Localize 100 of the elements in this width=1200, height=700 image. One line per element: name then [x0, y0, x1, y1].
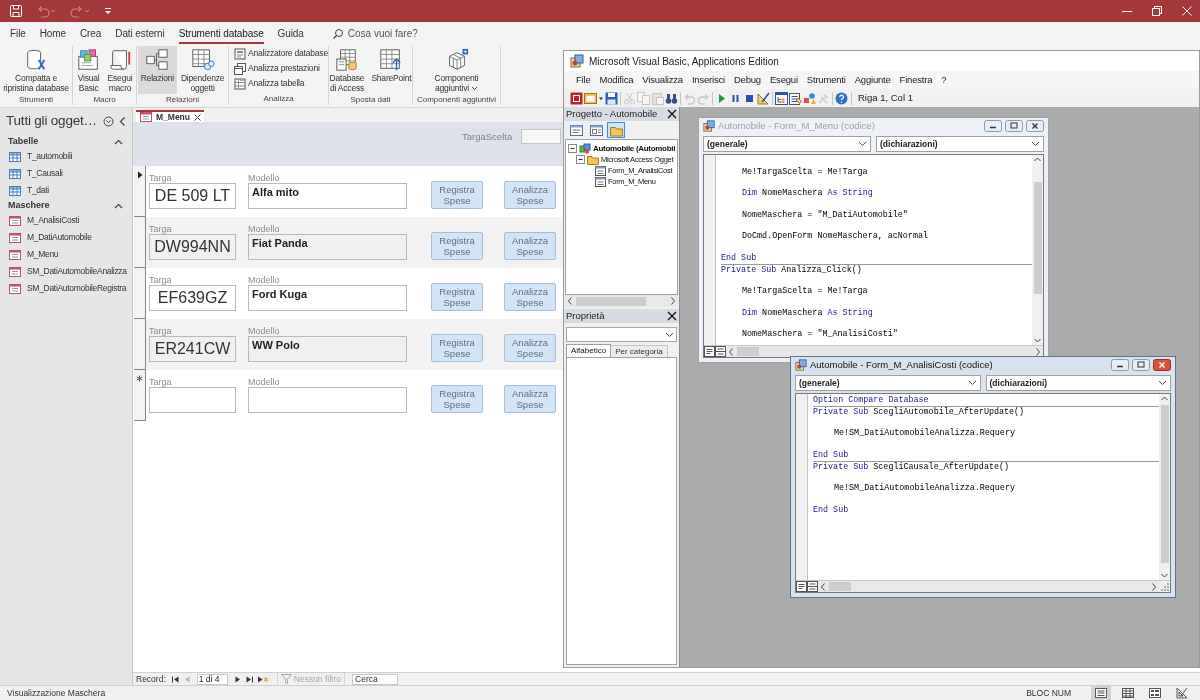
procedure-dropdown[interactable]: (dichiarazioni) [876, 136, 1044, 152]
text-lines-icon[interactable] [796, 581, 807, 592]
record-selector[interactable] [134, 166, 146, 217]
document-tab[interactable]: M_Menu [136, 110, 204, 122]
chevron-right-icon[interactable] [1150, 581, 1158, 592]
record-selector[interactable] [134, 319, 146, 370]
form-button[interactable]: Registra Spese [431, 385, 483, 413]
ribbon-button[interactable]: Analizza prestazioni [233, 62, 321, 75]
chevron-left-icon[interactable] [566, 296, 574, 306]
text-field[interactable]: ER241CW [149, 336, 236, 362]
close-icon[interactable] [667, 311, 677, 321]
scrollbar-thumb[interactable] [1160, 405, 1169, 563]
restore-icon[interactable] [1152, 6, 1162, 16]
nav-item[interactable]: M_DatiAutomobile [0, 229, 132, 246]
last-record-icon[interactable] [244, 674, 254, 684]
view-button[interactable] [1091, 686, 1111, 700]
close-icon[interactable] [194, 113, 201, 121]
scrollbar-thumb[interactable] [829, 582, 851, 591]
object-dropdown[interactable]: (generale) [795, 375, 981, 391]
ribbon-button[interactable]: Relazioni [137, 46, 177, 94]
text-lines-icon[interactable] [704, 346, 715, 357]
find-icon[interactable] [665, 91, 678, 105]
app-tile-icon[interactable] [570, 91, 583, 105]
menu-item[interactable]: Visualizza [642, 72, 683, 88]
nav-item[interactable]: T_automobili [0, 148, 132, 165]
properties-tab[interactable]: Alfabetico [566, 344, 612, 357]
collapse-box-icon[interactable] [576, 155, 585, 164]
ribbon-button[interactable]: Esegui macro [104, 46, 136, 94]
ribbon-tab[interactable]: Dati esterni [115, 25, 165, 44]
form-button[interactable]: Registra Spese [431, 334, 483, 362]
ribbon-tab[interactable]: File [10, 25, 26, 44]
menu-item[interactable]: Inserisci [691, 72, 725, 88]
text-field[interactable]: WW Polo [248, 336, 407, 362]
save-icon[interactable] [9, 4, 23, 18]
procedure-dropdown[interactable]: (dichiarazioni) [985, 375, 1171, 391]
chevron-right-icon[interactable] [1034, 346, 1042, 357]
form-window-icon[interactable] [584, 91, 597, 105]
ribbon-button[interactable]: Analizzatore database [233, 47, 329, 60]
ribbon-button[interactable]: SharePoint [368, 46, 415, 94]
text-field[interactable]: Fiat Panda [248, 234, 407, 260]
form-button[interactable]: Analizza Spese [504, 334, 556, 362]
nav-item[interactable]: M_Menu [0, 246, 132, 263]
ribbon-tab[interactable]: Guida [277, 25, 304, 44]
scrollbar-thumb[interactable] [737, 347, 759, 356]
text-field[interactable]: DW994NN [149, 234, 236, 260]
form-button[interactable]: Analizza Spese [504, 385, 556, 413]
minimize-icon[interactable] [984, 120, 1002, 132]
tree-item[interactable]: Automobile (Automobil [593, 142, 676, 155]
chevron-up-icon[interactable] [114, 202, 123, 209]
split-lines-icon[interactable] [715, 346, 726, 357]
close-icon[interactable] [1153, 359, 1171, 371]
menu-item[interactable]: Aggiunte [854, 72, 891, 88]
text-field[interactable] [521, 129, 562, 144]
ribbon-button[interactable]: Visual Basic [73, 46, 104, 94]
pane-button[interactable] [607, 122, 625, 138]
pane-button[interactable] [587, 122, 605, 138]
nav-item[interactable]: SM_DatiAutomobileAnalizza [0, 263, 132, 280]
text-field[interactable] [149, 387, 236, 413]
menu-item[interactable]: Modifica [599, 72, 634, 88]
tree-window-icon[interactable] [775, 91, 788, 105]
form-button[interactable]: Registra Spese [431, 232, 483, 260]
save-icon[interactable] [605, 91, 618, 105]
nav-item[interactable]: M_AnalisiCosti [0, 212, 132, 229]
nav-item[interactable]: T_Causali [0, 165, 132, 182]
scrollbar-thumb[interactable] [1033, 182, 1042, 294]
ribbon-button[interactable]: Dipendenze oggetti [177, 46, 228, 94]
properties-tab[interactable]: Per categoria [611, 345, 668, 357]
record-number-field[interactable]: 1 di 4 [196, 673, 228, 685]
list-window-icon[interactable] [789, 91, 802, 105]
text-field[interactable] [248, 387, 407, 413]
menu-item[interactable]: File [576, 72, 591, 88]
search-field[interactable]: Cerca [352, 673, 398, 685]
menu-item[interactable]: Strumenti [806, 72, 846, 88]
close-icon[interactable] [667, 109, 677, 119]
first-record-icon[interactable] [170, 674, 180, 684]
record-selector[interactable] [134, 217, 146, 268]
form-button[interactable]: Registra Spese [431, 283, 483, 311]
record-selector[interactable] [134, 370, 146, 421]
chevron-left-icon[interactable] [819, 581, 827, 592]
menu-item[interactable]: Esegui [769, 72, 798, 88]
menu-item[interactable]: Debug [733, 72, 761, 88]
scrollbar-thumb[interactable] [576, 296, 646, 306]
help-icon[interactable] [835, 91, 848, 105]
record-selector[interactable] [134, 268, 146, 319]
chevron-right-icon[interactable] [669, 296, 677, 306]
text-field[interactable]: Ford Kuga [248, 285, 407, 311]
ribbon-tab[interactable]: Home [39, 25, 66, 44]
ribbon-button[interactable]: Componenti aggiuntivi [431, 46, 482, 94]
split-lines-icon[interactable] [807, 581, 818, 592]
chevron-left-icon[interactable] [119, 115, 126, 127]
chevron-left-icon[interactable] [727, 346, 735, 357]
close-icon[interactable] [1026, 120, 1044, 132]
minimize-icon[interactable] [1111, 359, 1129, 371]
dropdown-circle-icon[interactable] [103, 115, 114, 127]
menu-item[interactable]: ? [941, 72, 947, 88]
object-dropdown[interactable]: (generale) [703, 136, 871, 152]
form-button[interactable]: Analizza Spese [504, 232, 556, 260]
form-button[interactable]: Analizza Spese [504, 283, 556, 311]
collapse-box-icon[interactable] [568, 144, 577, 153]
shapes-icon[interactable] [803, 91, 816, 105]
